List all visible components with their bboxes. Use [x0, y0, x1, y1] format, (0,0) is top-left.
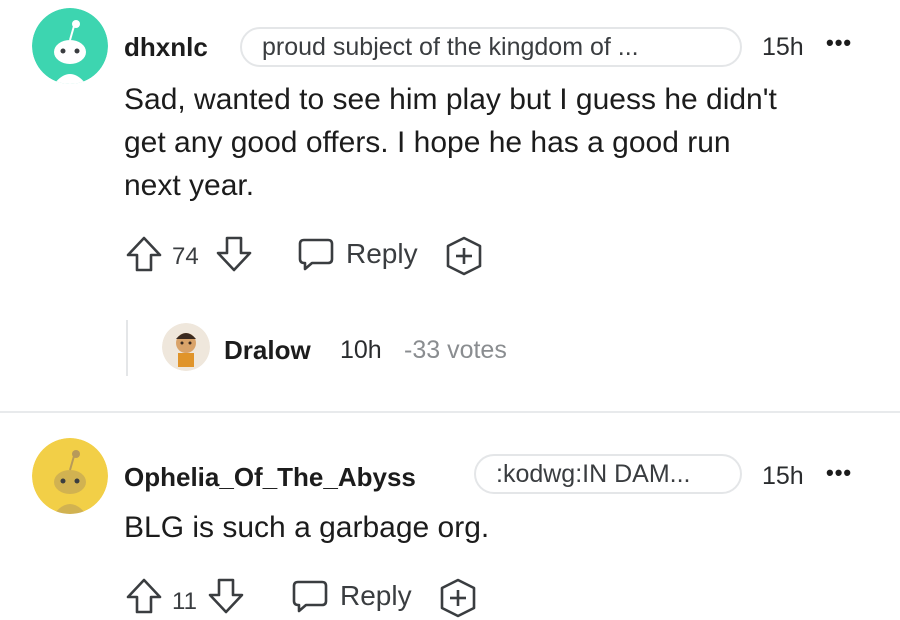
comment-body: Sad, wanted to see him play but I guess … — [124, 78, 884, 207]
reply-button[interactable]: Reply — [290, 576, 412, 616]
upvote-icon — [126, 578, 162, 614]
comment-body-line: next year. — [124, 169, 255, 202]
vote-count: 11 — [172, 588, 197, 615]
award-button[interactable] — [442, 234, 486, 278]
user-avatar-icon — [162, 323, 210, 371]
comment-username[interactable]: dhxnlc — [124, 32, 208, 63]
comment-body-line: BLG is such a garbage org. — [124, 511, 490, 544]
comment-username[interactable]: Ophelia_Of_The_Abyss — [124, 462, 416, 493]
comment-divider — [0, 411, 900, 413]
thread-line — [126, 320, 128, 376]
comment-timestamp: 15h — [762, 462, 804, 490]
upvote-icon — [126, 236, 162, 272]
comment-body: BLG is such a garbage org. — [124, 506, 884, 549]
upvote-button[interactable] — [124, 576, 164, 616]
comment-body-line: get any good offers. I hope he has a goo… — [124, 126, 731, 159]
reply-label: Reply — [340, 580, 412, 611]
downvote-button[interactable] — [206, 576, 246, 616]
reply-bubble-icon — [298, 238, 334, 271]
avatar[interactable] — [32, 438, 108, 514]
downvote-icon — [216, 236, 252, 272]
comment-body-line: Sad, wanted to see him play but I guess … — [124, 83, 777, 116]
award-plus-icon — [440, 578, 476, 618]
reply-vote-count: -33 votes — [404, 336, 507, 364]
vote-count: 74 — [172, 243, 199, 270]
snoo-avatar-icon — [32, 8, 108, 84]
reply-label: Reply — [346, 238, 418, 269]
award-button[interactable] — [436, 576, 480, 620]
avatar[interactable] — [162, 323, 210, 371]
reply-username[interactable]: Dralow — [224, 335, 311, 366]
overflow-dots-icon[interactable]: ••• — [826, 460, 852, 486]
comment-timestamp: 15h — [762, 33, 804, 61]
downvote-button[interactable] — [214, 234, 254, 274]
reply-timestamp: 10h — [340, 336, 382, 364]
overflow-dots-icon[interactable]: ••• — [826, 30, 852, 56]
award-plus-icon — [446, 236, 482, 276]
downvote-icon — [208, 578, 244, 614]
user-flair: proud subject of the kingdom of ... — [240, 27, 742, 67]
reply-button[interactable]: Reply — [296, 234, 418, 274]
upvote-button[interactable] — [124, 234, 164, 274]
user-flair: :kodwg:IN DAM... — [474, 454, 742, 494]
avatar[interactable] — [32, 8, 108, 84]
snoo-avatar-icon — [32, 438, 108, 514]
reply-bubble-icon — [292, 580, 328, 613]
